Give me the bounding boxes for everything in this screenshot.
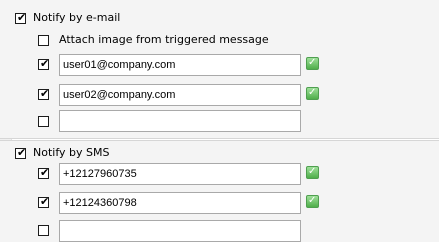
valid-check-icon: ✓ xyxy=(306,57,319,70)
email-field-3[interactable] xyxy=(59,110,301,132)
checkmark-icon: ✔ xyxy=(40,87,50,100)
notify-email-checkbox[interactable]: ✔ xyxy=(15,11,27,24)
sms-field-2[interactable]: +12124360798 xyxy=(59,192,301,214)
checkmark-icon: ✔ xyxy=(17,11,27,24)
sms-field-3[interactable] xyxy=(59,220,301,242)
email-row-3-checkbox[interactable] xyxy=(38,116,49,127)
email-row-2-checkbox[interactable]: ✔ xyxy=(38,87,50,100)
valid-check-icon: ✓ xyxy=(306,166,319,179)
checkmark-icon: ✔ xyxy=(17,146,27,159)
notify-sms-checkbox[interactable]: ✔ xyxy=(15,146,27,159)
valid-check-icon: ✓ xyxy=(306,87,319,100)
checkmark-icon: ✔ xyxy=(40,195,50,208)
sms-field-1[interactable]: +12127960735 xyxy=(59,163,301,185)
valid-check-icon: ✓ xyxy=(306,195,319,208)
notify-email-label: Notify by e-mail xyxy=(33,11,121,24)
checkmark-icon: ✔ xyxy=(40,57,50,70)
email-section: ✔ Notify by e-mail Attach image from tri… xyxy=(0,0,439,139)
sms-row-3-checkbox[interactable] xyxy=(38,225,49,236)
email-field-2[interactable]: user02@company.com xyxy=(59,84,301,106)
email-row-1-checkbox[interactable]: ✔ xyxy=(38,57,50,70)
sms-row-1-checkbox[interactable]: ✔ xyxy=(38,166,50,179)
notify-sms-label: Notify by SMS xyxy=(33,146,110,159)
sms-section: ✔ Notify by SMS ✔ +12127960735 ✓ ✔ +1212… xyxy=(0,140,439,242)
email-field-1[interactable]: user01@company.com xyxy=(59,54,301,76)
checkmark-icon: ✔ xyxy=(40,166,50,179)
attach-image-checkbox[interactable] xyxy=(38,35,49,46)
sms-row-2-checkbox[interactable]: ✔ xyxy=(38,195,50,208)
attach-image-label: Attach image from triggered message xyxy=(59,33,269,46)
